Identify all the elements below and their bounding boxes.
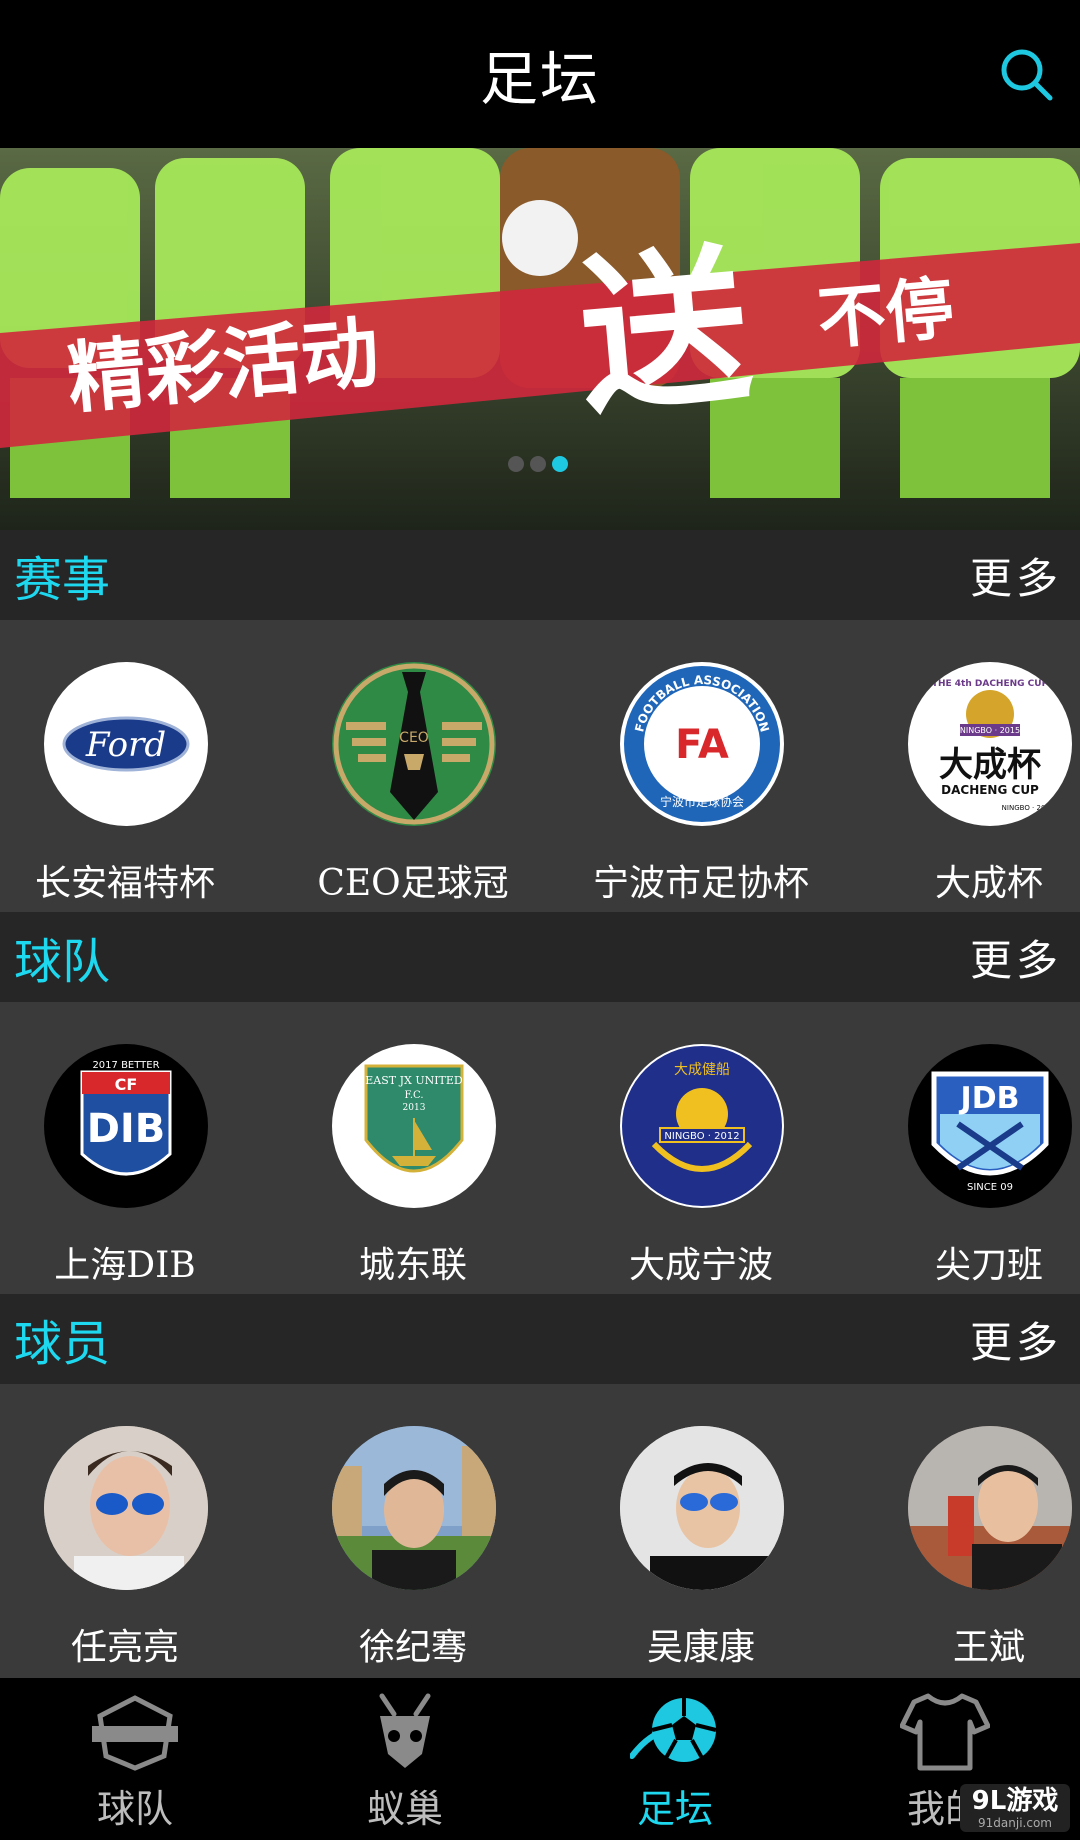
- dacheng-ningbo-logo: 大成健船 NINGBO · 2012: [620, 1044, 784, 1208]
- svg-text:2013: 2013: [403, 1103, 426, 1113]
- svg-text:2017 BETTER: 2017 BETTER: [92, 1060, 159, 1071]
- ant-head-icon: [379, 1693, 431, 1768]
- event-label: 宁波市足协杯: [592, 863, 809, 904]
- svg-text:NINGBO · 2015: NINGBO · 2015: [1002, 804, 1055, 812]
- svg-text:JDB: JDB: [959, 1081, 1020, 1116]
- event-label: CEO足球冠: [317, 863, 509, 904]
- player-item[interactable]: 任亮亮: [0, 1384, 240, 1676]
- event-item[interactable]: CEO CEO足球冠: [288, 620, 528, 912]
- event-label: 长安福特杯: [34, 863, 215, 904]
- svg-text:宁波市足球协会: 宁波市足球协会: [660, 794, 744, 809]
- east-jx-united-logo: EAST JX UNITED F.C. 2013: [332, 1044, 496, 1208]
- svg-text:THE 4th DACHENG CUP: THE 4th DACHENG CUP: [932, 679, 1049, 689]
- svg-text:CEO: CEO: [399, 730, 429, 746]
- team-item[interactable]: EAST JX UNITED F.C. 2013 城东联: [288, 1002, 528, 1294]
- player-item[interactable]: 徐纪骞: [288, 1384, 528, 1676]
- player-avatar: [620, 1426, 784, 1590]
- tab-label: 蚁巢: [366, 1787, 443, 1831]
- carousel-dots[interactable]: [508, 456, 568, 472]
- promo-banner[interactable]: 精彩活动 送 不停: [0, 148, 1080, 530]
- section-title: 赛事: [14, 552, 111, 608]
- team-label: 城东联: [358, 1245, 467, 1286]
- player-avatar: [908, 1426, 1072, 1590]
- soccer-ball-icon: [630, 1698, 717, 1762]
- more-button[interactable]: 更多: [970, 1309, 1062, 1370]
- svg-text:EAST JX UNITED: EAST JX UNITED: [365, 1074, 463, 1087]
- ceo-logo: CEO: [332, 662, 496, 826]
- event-label: 大成杯: [934, 863, 1043, 904]
- team-label: 上海DIB: [54, 1245, 196, 1286]
- tab-ant-nest[interactable]: 蚁巢: [270, 1678, 540, 1840]
- page-title: 足坛: [479, 45, 600, 113]
- svg-text:NINGBO · 2012: NINGBO · 2012: [664, 1131, 739, 1142]
- player-item[interactable]: 王斌: [864, 1384, 1080, 1676]
- more-button[interactable]: 更多: [970, 927, 1062, 988]
- jdb-logo: JDB SINCE 09: [908, 1044, 1072, 1208]
- teams-row: 2017 BETTER CF DIB 上海DIB EAST JX UNITED …: [0, 1002, 1080, 1294]
- tab-teams[interactable]: 球队: [0, 1678, 270, 1840]
- svg-text:Ford: Ford: [85, 725, 166, 765]
- section-header-players: 球员 更多: [0, 1294, 1080, 1384]
- site-watermark: 9L游戏 91danji.com: [960, 1784, 1070, 1832]
- carousel-dot[interactable]: [508, 456, 524, 472]
- player-label: 王斌: [952, 1627, 1025, 1668]
- dib-logo: 2017 BETTER CF DIB: [44, 1044, 208, 1208]
- section-header-teams: 球队 更多: [0, 912, 1080, 1002]
- player-item[interactable]: 吴康康: [576, 1384, 816, 1676]
- dacheng-cup-logo: THE 4th DACHENG CUP NINGBO · 2015 大成杯 DA…: [908, 662, 1072, 826]
- fc-club-badge-icon: [92, 1695, 178, 1771]
- player-avatar: [44, 1426, 208, 1590]
- carousel-dot[interactable]: [530, 456, 546, 472]
- banner-tail: 不停: [815, 269, 957, 360]
- svg-text:FA: FA: [675, 722, 729, 768]
- section-title: 球员: [14, 1316, 111, 1372]
- ford-logo: Ford: [44, 662, 208, 826]
- event-item[interactable]: FOOTBALL ASSOCIATION FA 宁波市足球协会 宁波市足协杯: [576, 620, 816, 912]
- svg-text:DIB: DIB: [87, 1106, 166, 1152]
- team-item[interactable]: JDB SINCE 09 尖刀班: [864, 1002, 1080, 1294]
- team-item[interactable]: 2017 BETTER CF DIB 上海DIB: [0, 1002, 240, 1294]
- svg-text:F.C.: F.C.: [404, 1090, 423, 1101]
- carousel-dot-active[interactable]: [552, 456, 568, 472]
- svg-text:大成健船: 大成健船: [674, 1062, 730, 1078]
- tab-label: 足坛: [636, 1787, 713, 1831]
- svg-text:SINCE 09: SINCE 09: [967, 1182, 1013, 1193]
- team-label: 尖刀班: [934, 1245, 1043, 1286]
- svg-text:CF: CF: [115, 1075, 138, 1094]
- player-avatar: [332, 1426, 496, 1590]
- player-label: 任亮亮: [70, 1627, 179, 1668]
- event-item[interactable]: THE 4th DACHENG CUP NINGBO · 2015 大成杯 DA…: [864, 620, 1080, 912]
- players-row: 任亮亮 徐纪骞 吴康康 王斌: [0, 1384, 1080, 1678]
- tab-football-forum[interactable]: 足坛: [540, 1678, 810, 1840]
- jersey-icon: [900, 1693, 990, 1771]
- team-item[interactable]: 大成健船 NINGBO · 2012 大成宁波: [576, 1002, 816, 1294]
- svg-text:DACHENG CUP: DACHENG CUP: [941, 783, 1039, 797]
- fa-logo: FOOTBALL ASSOCIATION FA 宁波市足球协会: [620, 662, 784, 826]
- player-label: 徐纪骞: [358, 1627, 467, 1668]
- svg-text:大成杯: 大成杯: [939, 745, 1041, 785]
- more-button[interactable]: 更多: [970, 545, 1062, 606]
- player-label: 吴康康: [646, 1627, 755, 1668]
- section-header-events: 赛事 更多: [0, 530, 1080, 620]
- banner-big-char: 送: [571, 227, 758, 439]
- header-bar: 足坛: [0, 0, 1080, 148]
- event-item[interactable]: Ford 长安福特杯: [0, 620, 240, 912]
- events-row: Ford 长安福特杯 CEO CEO足球冠 FOOTBALL ASSOCIATI…: [0, 620, 1080, 912]
- banner-artwork: 精彩活动 送 不停: [0, 148, 1080, 530]
- svg-text:NINGBO · 2015: NINGBO · 2015: [960, 726, 1020, 735]
- team-label: 大成宁波: [628, 1245, 773, 1286]
- section-title: 球队: [14, 934, 111, 990]
- bottom-tab-bar: 球队 蚁巢 足坛 我的 9L游戏 91danji.com: [0, 1678, 1080, 1840]
- tab-label: 球队: [96, 1787, 173, 1831]
- search-icon[interactable]: [998, 46, 1054, 102]
